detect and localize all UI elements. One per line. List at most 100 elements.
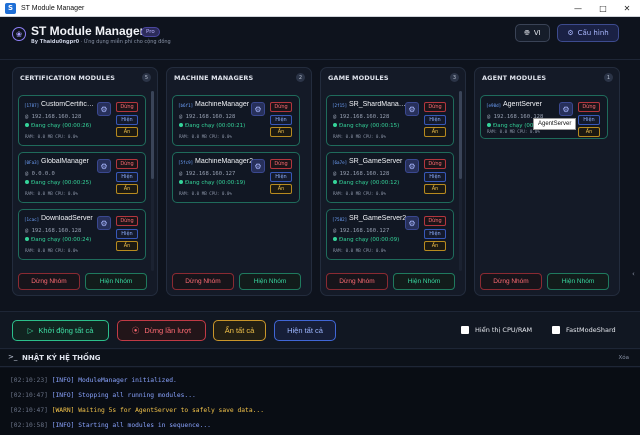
hide-button[interactable]: Ẩn (270, 127, 292, 137)
module-status: Đang chạy (00:00:19) (179, 180, 245, 186)
module-ip: @ 192.168.160.127 (333, 228, 390, 234)
hide-button[interactable]: Ẩn (424, 184, 446, 194)
globe-icon: 🌐︎ (524, 28, 530, 37)
module-port: [1cac] (24, 217, 40, 222)
close-icon[interactable]: ✕ (614, 0, 640, 16)
hide-button[interactable]: Ẩn (424, 127, 446, 137)
pro-badge: Pro (141, 27, 160, 37)
stop-button[interactable]: Dừng (270, 159, 292, 169)
maximize-icon[interactable]: □ (590, 0, 616, 16)
module-stats: RAM: 0.0 MB CPU: 0.0% (333, 248, 386, 253)
stop-button[interactable]: Dừng (424, 102, 446, 112)
column-count-badge: 5 (142, 73, 151, 82)
stop-button[interactable]: Dừng (116, 159, 138, 169)
stop-button[interactable]: Dừng (578, 102, 600, 112)
module-ip: @ 192.168.160.128 (25, 228, 82, 234)
hide-all-button[interactable]: Ẩn tất cả (213, 320, 266, 341)
show-all-button[interactable]: Hiện tất cả (274, 320, 336, 341)
log-message: [INFO] Starting all modules in sequence.… (51, 422, 211, 429)
module-settings-gear-icon[interactable]: ⚙ (405, 216, 419, 230)
hide-button[interactable]: Ẩn (116, 241, 138, 251)
show-group-button[interactable]: Hiện Nhóm (547, 273, 609, 290)
module-status: Đang chạy (00:00:15) (333, 123, 399, 129)
log-line: [02:10:58] [INFO] Starting all modules i… (10, 422, 211, 429)
module-status: Đang chạy (00:00:21) (179, 123, 245, 129)
hide-button[interactable]: Ẩn (116, 184, 138, 194)
module-status: Đang chạy (00:00:24) (25, 237, 91, 243)
show-button[interactable]: Hiện (116, 229, 138, 239)
play-icon: ▷ (27, 326, 34, 335)
module-settings-gear-icon[interactable]: ⚙ (405, 102, 419, 116)
show-button[interactable]: Hiện (424, 172, 446, 182)
start-all-button[interactable]: ▷ Khởi động tất cả (12, 320, 109, 341)
show-button[interactable]: Hiện (424, 115, 446, 125)
module-port: [2f15] (332, 103, 348, 108)
module-port: [1787] (24, 103, 40, 108)
module-stats: RAM: 0.0 MB CPU: 0.0% (333, 191, 386, 196)
module-settings-gear-icon[interactable]: ⚙ (97, 159, 111, 173)
show-group-button[interactable]: Hiện Nhóm (393, 273, 455, 290)
scrollbar-thumb[interactable] (151, 91, 154, 179)
stop-button[interactable]: Dừng (270, 102, 292, 112)
show-button[interactable]: Hiện (116, 172, 138, 182)
stop-button[interactable]: Dừng (424, 216, 446, 226)
stop-group-button[interactable]: Dừng Nhóm (18, 273, 80, 290)
status-dot-icon (25, 237, 29, 241)
show-button[interactable]: Hiện (270, 115, 292, 125)
stop-button[interactable]: Dừng (424, 159, 446, 169)
module-settings-gear-icon[interactable]: ⚙ (405, 159, 419, 173)
show-button[interactable]: Hiện (116, 115, 138, 125)
stop-group-button[interactable]: Dừng Nhóm (326, 273, 388, 290)
log-message: [INFO] Stopping all running modules... (51, 392, 196, 399)
module-card: [7582] SR_GameServer2 @ 192.168.160.127 … (326, 209, 454, 260)
stop-sequential-button[interactable]: ⦿ Dừng lần lượt (117, 320, 206, 341)
scrollbar-thumb[interactable] (459, 91, 462, 179)
stop-group-button[interactable]: Dừng Nhóm (480, 273, 542, 290)
hide-button[interactable]: Ẩn (116, 127, 138, 137)
status-dot-icon (333, 123, 337, 127)
stop-sequential-label: Dừng lần lượt (144, 326, 192, 335)
show-button[interactable]: Hiện (270, 172, 292, 182)
hide-button[interactable]: Ẩn (270, 184, 292, 194)
module-settings-gear-icon[interactable]: ⚙ (251, 159, 265, 173)
module-ip: @ 192.168.160.128 (25, 114, 82, 120)
log-line: [02:10:47] [INFO] Stopping all running m… (10, 392, 196, 399)
show-button[interactable]: Hiện (578, 115, 600, 125)
log-timestamp: [02:10:47] (10, 392, 48, 399)
show-cpu-ram-label: Hiển thị CPU/RAM (475, 326, 533, 334)
log-message: [INFO] ModuleManager initialized. (51, 377, 177, 384)
fast-mode-checkbox[interactable]: FastModeShard (552, 326, 616, 334)
status-dot-icon (25, 180, 29, 184)
module-settings-gear-icon[interactable]: ⚙ (559, 102, 573, 116)
app-subtitle: By Thaidu0ngpr0 · Ứng dụng miễn phí cho … (31, 39, 171, 45)
hide-button[interactable]: Ẩn (578, 127, 600, 137)
module-settings-gear-icon[interactable]: ⚙ (251, 102, 265, 116)
module-card: [2f15] SR_ShardMana… @ 192.168.160.128 Đ… (326, 95, 454, 146)
show-button[interactable]: Hiện (424, 229, 446, 239)
module-ip: @ 0.0.0.0 (25, 171, 55, 177)
config-button[interactable]: ⚙ Cấu hình (557, 24, 619, 42)
minimize-icon[interactable]: — (565, 0, 591, 16)
stop-button[interactable]: Dừng (116, 216, 138, 226)
module-card: [6a7e] SR_GameServer @ 192.168.160.128 Đ… (326, 152, 454, 203)
tagline: · Ứng dụng miễn phí cho cộng đồng (79, 39, 171, 45)
log-line: [02:10:47] [WARN] Waiting 5s for AgentSe… (10, 407, 264, 414)
show-cpu-ram-checkbox[interactable]: Hiển thị CPU/RAM (461, 326, 532, 334)
module-settings-gear-icon[interactable]: ⚙ (97, 216, 111, 230)
module-settings-gear-icon[interactable]: ⚙ (97, 102, 111, 116)
checkbox-box[interactable] (461, 326, 469, 334)
clear-log-button[interactable]: Xóa (618, 355, 629, 361)
log-timestamp: [02:10:58] (10, 422, 48, 429)
column-game-modules: GAME MODULES 3 [2f15] SR_ShardMana… @ 19… (320, 67, 466, 296)
hide-button[interactable]: Ẩn (424, 241, 446, 251)
stop-button[interactable]: Dừng (116, 102, 138, 112)
scroll-right-icon[interactable]: ‹ (632, 270, 635, 278)
stop-group-button[interactable]: Dừng Nhóm (172, 273, 234, 290)
show-group-button[interactable]: Hiện Nhóm (239, 273, 301, 290)
module-port: [7582] (332, 217, 348, 222)
checkbox-box[interactable] (552, 326, 560, 334)
language-button[interactable]: 🌐︎ VI (515, 24, 550, 42)
column-title: MACHINE MANAGERS (174, 74, 254, 82)
show-group-button[interactable]: Hiện Nhóm (85, 273, 147, 290)
module-ip: @ 192.168.160.128 (333, 171, 390, 177)
